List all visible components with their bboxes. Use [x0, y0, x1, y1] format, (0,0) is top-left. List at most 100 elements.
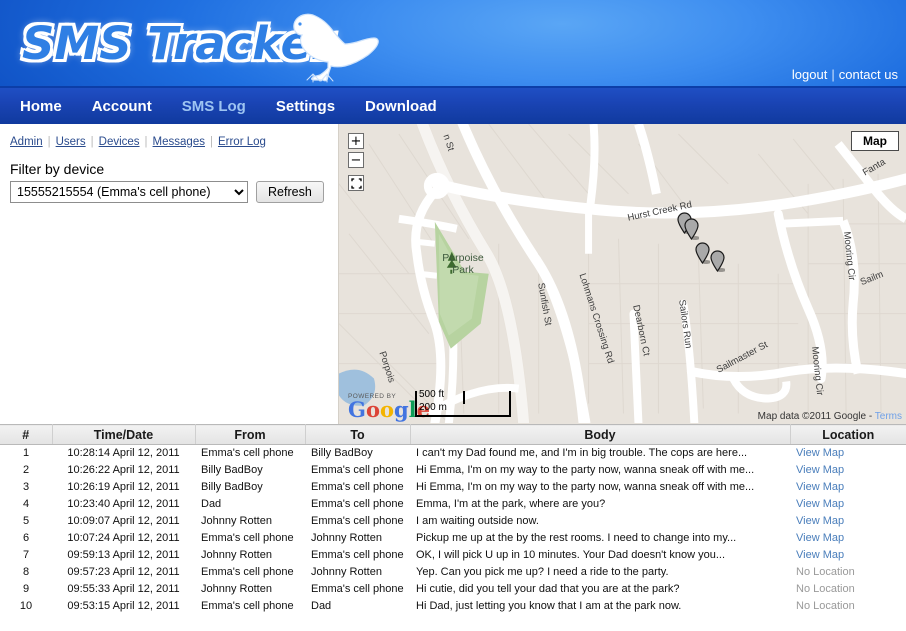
table-row[interactable]: 2 10:26:22 April 12, 2011 Billy BadBoy Emma… [0, 462, 906, 479]
cell-time-date[interactable]: 09:53:15 April 12, 2011 [52, 598, 195, 615]
cell-location: No Location [790, 581, 906, 598]
subnav-separator: | [209, 136, 213, 148]
table-row[interactable]: 8 09:57:23 April 12, 2011 Emma's cell phon… [0, 564, 906, 581]
subnav-item-devices[interactable]: Devices [99, 136, 140, 148]
header-link-separator: | [831, 67, 835, 82]
cell-time-date[interactable]: 10:26:22 April 12, 2011 [52, 462, 195, 479]
table-row[interactable]: 7 09:59:13 April 12, 2011 Johnny Rotten Emm… [0, 547, 906, 564]
view-map-link[interactable]: View Map [796, 515, 844, 527]
cell-from: Johnny Rotten [201, 549, 272, 561]
main-navigation: Home Account SMS Log Settings Download [0, 86, 906, 124]
minus-icon[interactable]: − [348, 152, 364, 168]
terms-link[interactable]: Terms [875, 411, 902, 422]
cell-time-date[interactable]: 09:57:23 April 12, 2011 [52, 564, 195, 581]
pigeon-icon [283, 2, 383, 86]
no-location-label: No Location [796, 583, 855, 595]
map-scale-bar: 500 ft 200 m [415, 389, 511, 417]
view-map-link[interactable]: View Map [796, 549, 844, 561]
subnav-separator: | [47, 136, 51, 148]
map-marker[interactable] [695, 242, 710, 264]
table-row[interactable]: 10 09:53:15 April 12, 2011 Emma's cell pho… [0, 598, 906, 615]
message-log-table: # Time/Date From To Body Location 1 10:28… [0, 424, 906, 615]
cell-from: Emma's cell phone [201, 447, 294, 460]
nav-item-settings[interactable]: Settings [276, 98, 335, 115]
cell-time-date[interactable]: 10:28:14 April 12, 2011 [52, 445, 195, 462]
cell-to: Billy BadBoy [311, 447, 373, 460]
cell-time-date[interactable]: 10:09:07 April 12, 2011 [52, 513, 195, 530]
table-row[interactable]: 4 10:23:40 April 12, 2011 Dad Emma's cell p… [0, 496, 906, 513]
cell-body: Yep. Can you pick me up? I need a ride t… [416, 566, 669, 578]
message-log-table-container: # Time/Date From To Body Location 1 10:28… [0, 424, 906, 631]
expand-icon[interactable] [348, 175, 364, 191]
map-panel[interactable]: Porpoise Park Hurst Creek Rd Lohmans Cros… [338, 124, 906, 424]
cell-body: I am waiting outside now. [416, 515, 539, 527]
cell-location: No Location [790, 598, 906, 615]
cell-from: Billy BadBoy [201, 481, 263, 493]
cell-location: View Map [790, 445, 906, 462]
map-marker[interactable] [710, 250, 725, 272]
view-map-link[interactable]: View Map [796, 498, 844, 510]
cell-body: Hi Dad, just letting you know that I am … [416, 600, 682, 612]
view-map-link[interactable]: View Map [796, 447, 844, 459]
cell-to: Emma's cell phone [311, 549, 404, 561]
nav-item-account[interactable]: Account [92, 98, 152, 115]
subnav-separator: | [144, 136, 148, 148]
table-body: 1 10:28:14 April 12, 2011 Emma's cell phon… [0, 445, 906, 615]
cell-to: Emma's cell phone [311, 515, 404, 527]
cell-location: No Location [790, 564, 906, 581]
column-header-to[interactable]: To [305, 424, 411, 445]
cell-time-date[interactable]: 10:26:19 April 12, 2011 [52, 479, 195, 496]
cell-number: 4 [22, 498, 30, 510]
plus-icon[interactable]: + [348, 133, 364, 149]
logout-link[interactable]: logout [792, 67, 827, 82]
view-map-link[interactable]: View Map [796, 481, 844, 493]
table-row[interactable]: 6 10:07:24 April 12, 2011 Emma's cell phon… [0, 530, 906, 547]
cell-location: View Map [790, 513, 906, 530]
table-row[interactable]: 9 09:55:33 April 12, 2011 Johnny Rotten Emm… [0, 581, 906, 598]
table-row[interactable]: 5 10:09:07 April 12, 2011 Johnny Rotten Emm… [0, 513, 906, 530]
cell-to: Johnny Rotten [311, 566, 382, 578]
subnav-item-users[interactable]: Users [56, 136, 86, 148]
cell-to: Emma's cell phone [311, 583, 404, 595]
cell-location: View Map [790, 530, 906, 547]
nav-item-home[interactable]: Home [20, 98, 62, 115]
map-attribution: Map data ©2011 Google - Terms [758, 411, 902, 422]
cell-to: Dad [311, 600, 332, 612]
device-filter-select[interactable]: 15555215554 (Emma's cell phone) [10, 181, 248, 203]
column-header-location[interactable]: Location [790, 424, 906, 445]
map-type-button[interactable]: Map [851, 131, 899, 151]
table-row[interactable]: 1 10:28:14 April 12, 2011 Emma's cell phon… [0, 445, 906, 462]
nav-item-sms-log[interactable]: SMS Log [182, 98, 246, 115]
cell-number: 7 [22, 549, 30, 561]
cell-time-date[interactable]: 09:55:33 April 12, 2011 [52, 581, 195, 598]
column-header-time-date[interactable]: Time/Date [52, 424, 196, 445]
cell-body: Hi Emma, I'm on my way to the party now,… [416, 464, 755, 476]
contact-us-link[interactable]: contact us [839, 67, 898, 82]
cell-body: I can't my Dad found me, and I'm in big … [416, 447, 748, 460]
map-marker[interactable] [684, 218, 699, 240]
column-header-from[interactable]: From [195, 424, 306, 445]
subnav-item-admin[interactable]: Admin [10, 136, 43, 148]
cell-time-date[interactable]: 10:23:40 April 12, 2011 [52, 496, 195, 513]
cell-number: 6 [22, 532, 30, 544]
table-row[interactable]: 3 10:26:19 April 12, 2011 Billy BadBoy Emma… [0, 479, 906, 496]
view-map-link[interactable]: View Map [796, 464, 844, 476]
filter-controls: 15555215554 (Emma's cell phone) Refresh [10, 181, 338, 203]
cell-location: View Map [790, 547, 906, 564]
cell-time-date[interactable]: 09:59:13 April 12, 2011 [52, 547, 195, 564]
cell-time-date[interactable]: 10:07:24 April 12, 2011 [52, 530, 195, 547]
column-header-number[interactable]: # [0, 424, 53, 445]
cell-from: Emma's cell phone [201, 600, 294, 612]
subnav-item-error-log[interactable]: Error Log [218, 136, 266, 148]
cell-number: 8 [22, 566, 30, 578]
refresh-button[interactable]: Refresh [256, 181, 324, 203]
cell-body: OK, I will pick U up in 10 minutes. Your… [416, 549, 726, 561]
nav-item-download[interactable]: Download [365, 98, 437, 115]
scale-feet-label: 500 ft [419, 389, 445, 400]
scale-meters-label: 200 m [419, 402, 447, 413]
cell-from: Dad [201, 498, 222, 510]
view-map-link[interactable]: View Map [796, 532, 844, 544]
cell-body: Hi Emma, I'm on my way to the party now,… [416, 481, 755, 493]
subnav-item-messages[interactable]: Messages [153, 136, 205, 148]
column-header-body[interactable]: Body [410, 424, 791, 445]
